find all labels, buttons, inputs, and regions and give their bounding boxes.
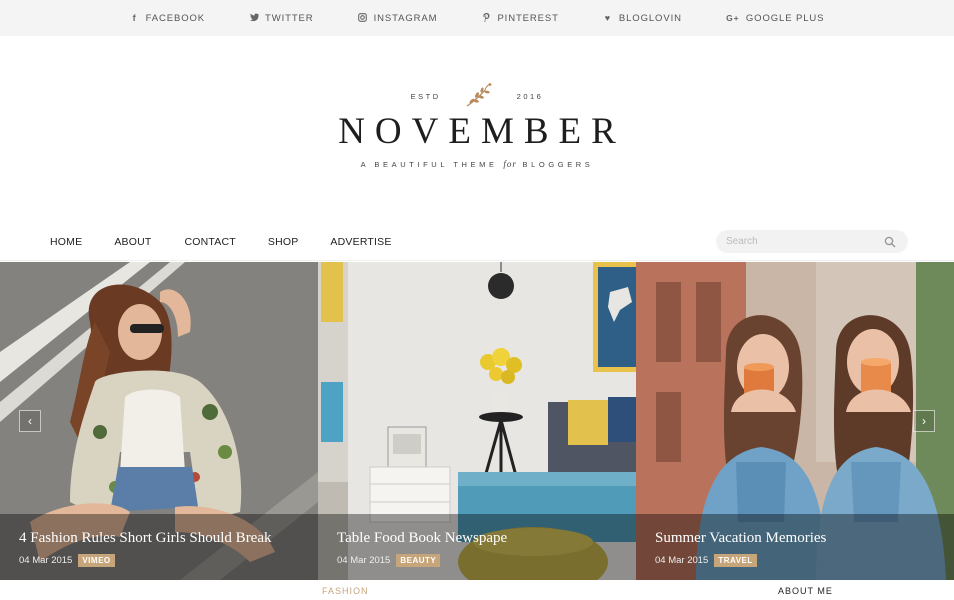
tagline-for: for: [503, 159, 517, 169]
social-link-bloglovin[interactable]: ♥ BLOGLOVIN: [603, 13, 682, 24]
slide-meta: 04 Mar 2015 BEAUTY: [337, 554, 441, 567]
category-badge[interactable]: TRAVEL: [714, 554, 757, 567]
tagline-part: A BEAUTIFUL THEME: [360, 160, 498, 169]
social-label: TWITTER: [265, 12, 314, 24]
slide-date: 04 Mar 2015: [655, 555, 709, 566]
heart-icon: ♥: [604, 13, 611, 23]
slider-prev-button[interactable]: ‹: [19, 410, 41, 432]
slide-fashion[interactable]: 4 Fashion Rules Short Girls Should Break…: [0, 262, 318, 580]
chevron-left-icon: ‹: [28, 414, 32, 428]
social-label: GOOGLE PLUS: [745, 12, 825, 24]
nav-item-advertise[interactable]: ADVERTISE: [330, 236, 391, 248]
twitter-icon: [249, 13, 259, 23]
slide-caption: 4 Fashion Rules Short Girls Should Break…: [0, 514, 318, 580]
category-badge[interactable]: VIMEO: [78, 554, 115, 567]
social-label: FACEBOOK: [145, 12, 206, 24]
nav-item-home[interactable]: HOME: [50, 236, 82, 248]
slide-travel[interactable]: Summer Vacation Memories 04 Mar 2015 TRA…: [636, 262, 954, 580]
social-link-pinterest[interactable]: PINTEREST: [481, 12, 559, 24]
chevron-right-icon: ›: [922, 414, 926, 428]
social-link-google-plus[interactable]: G+ GOOGLE PLUS: [726, 13, 825, 24]
about-me-heading[interactable]: ABOUT ME: [778, 586, 833, 596]
logo-title: NOVEMBER: [338, 111, 626, 152]
category-badge[interactable]: BEAUTY: [396, 554, 441, 567]
fashion-heading[interactable]: FASHION: [322, 586, 369, 596]
logo-year: 2016: [516, 91, 544, 101]
slide-date: 04 Mar 2015: [337, 555, 391, 566]
branch-icon: [466, 83, 492, 107]
section-headings: FASHION ABOUT ME: [0, 580, 954, 600]
social-link-twitter[interactable]: TWITTER: [249, 13, 314, 24]
slide-title[interactable]: Table Food Book Newspape: [337, 530, 507, 547]
slide-meta: 04 Mar 2015 VIMEO: [19, 554, 115, 567]
slide-date: 04 Mar 2015: [19, 555, 73, 566]
facebook-icon: f: [132, 13, 137, 23]
logo-tagline: A BEAUTIFUL THEME for BLOGGERS: [0, 159, 954, 169]
social-link-facebook[interactable]: f FACEBOOK: [130, 13, 205, 24]
social-label: BLOGLOVIN: [618, 12, 682, 24]
slide-beauty[interactable]: Table Food Book Newspape 04 Mar 2015 BEA…: [318, 262, 636, 580]
slide-title[interactable]: Summer Vacation Memories: [655, 530, 826, 547]
slide-caption: Table Food Book Newspape 04 Mar 2015 BEA…: [318, 514, 636, 580]
slide-meta: 04 Mar 2015 TRAVEL: [655, 554, 757, 567]
main-nav: HOME ABOUT CONTACT SHOP ADVERTISE: [0, 227, 954, 261]
nav-item-contact[interactable]: CONTACT: [184, 236, 235, 248]
social-label: PINTEREST: [497, 12, 559, 24]
instagram-icon: [358, 12, 368, 24]
google-plus-icon: G+: [726, 13, 740, 23]
social-bar: f FACEBOOK TWITTER INSTAGRAM PINTEREST ♥…: [0, 0, 954, 36]
slide-title[interactable]: 4 Fashion Rules Short Girls Should Break: [19, 530, 272, 547]
logo-estd: ESTD: [410, 91, 441, 101]
featured-slider: 4 Fashion Rules Short Girls Should Break…: [0, 262, 954, 580]
logo-estd-row: ESTD 2016: [0, 82, 954, 110]
nav-links: HOME ABOUT CONTACT SHOP ADVERTISE: [50, 236, 424, 248]
search-icon[interactable]: [884, 236, 896, 248]
social-label: INSTAGRAM: [373, 12, 438, 24]
tagline-part: BLOGGERS: [522, 160, 594, 169]
nav-item-shop[interactable]: SHOP: [268, 236, 299, 248]
slide-caption: Summer Vacation Memories 04 Mar 2015 TRA…: [636, 514, 954, 580]
site-logo[interactable]: ESTD 2016 NOVEMBER A BEAUTIFUL THEME for…: [0, 70, 954, 180]
search-box: [716, 230, 908, 253]
nav-item-about[interactable]: ABOUT: [114, 236, 151, 248]
slider-next-button[interactable]: ›: [913, 410, 935, 432]
search-input[interactable]: [716, 230, 876, 253]
social-link-instagram[interactable]: INSTAGRAM: [358, 13, 438, 24]
pinterest-icon: [481, 12, 491, 24]
